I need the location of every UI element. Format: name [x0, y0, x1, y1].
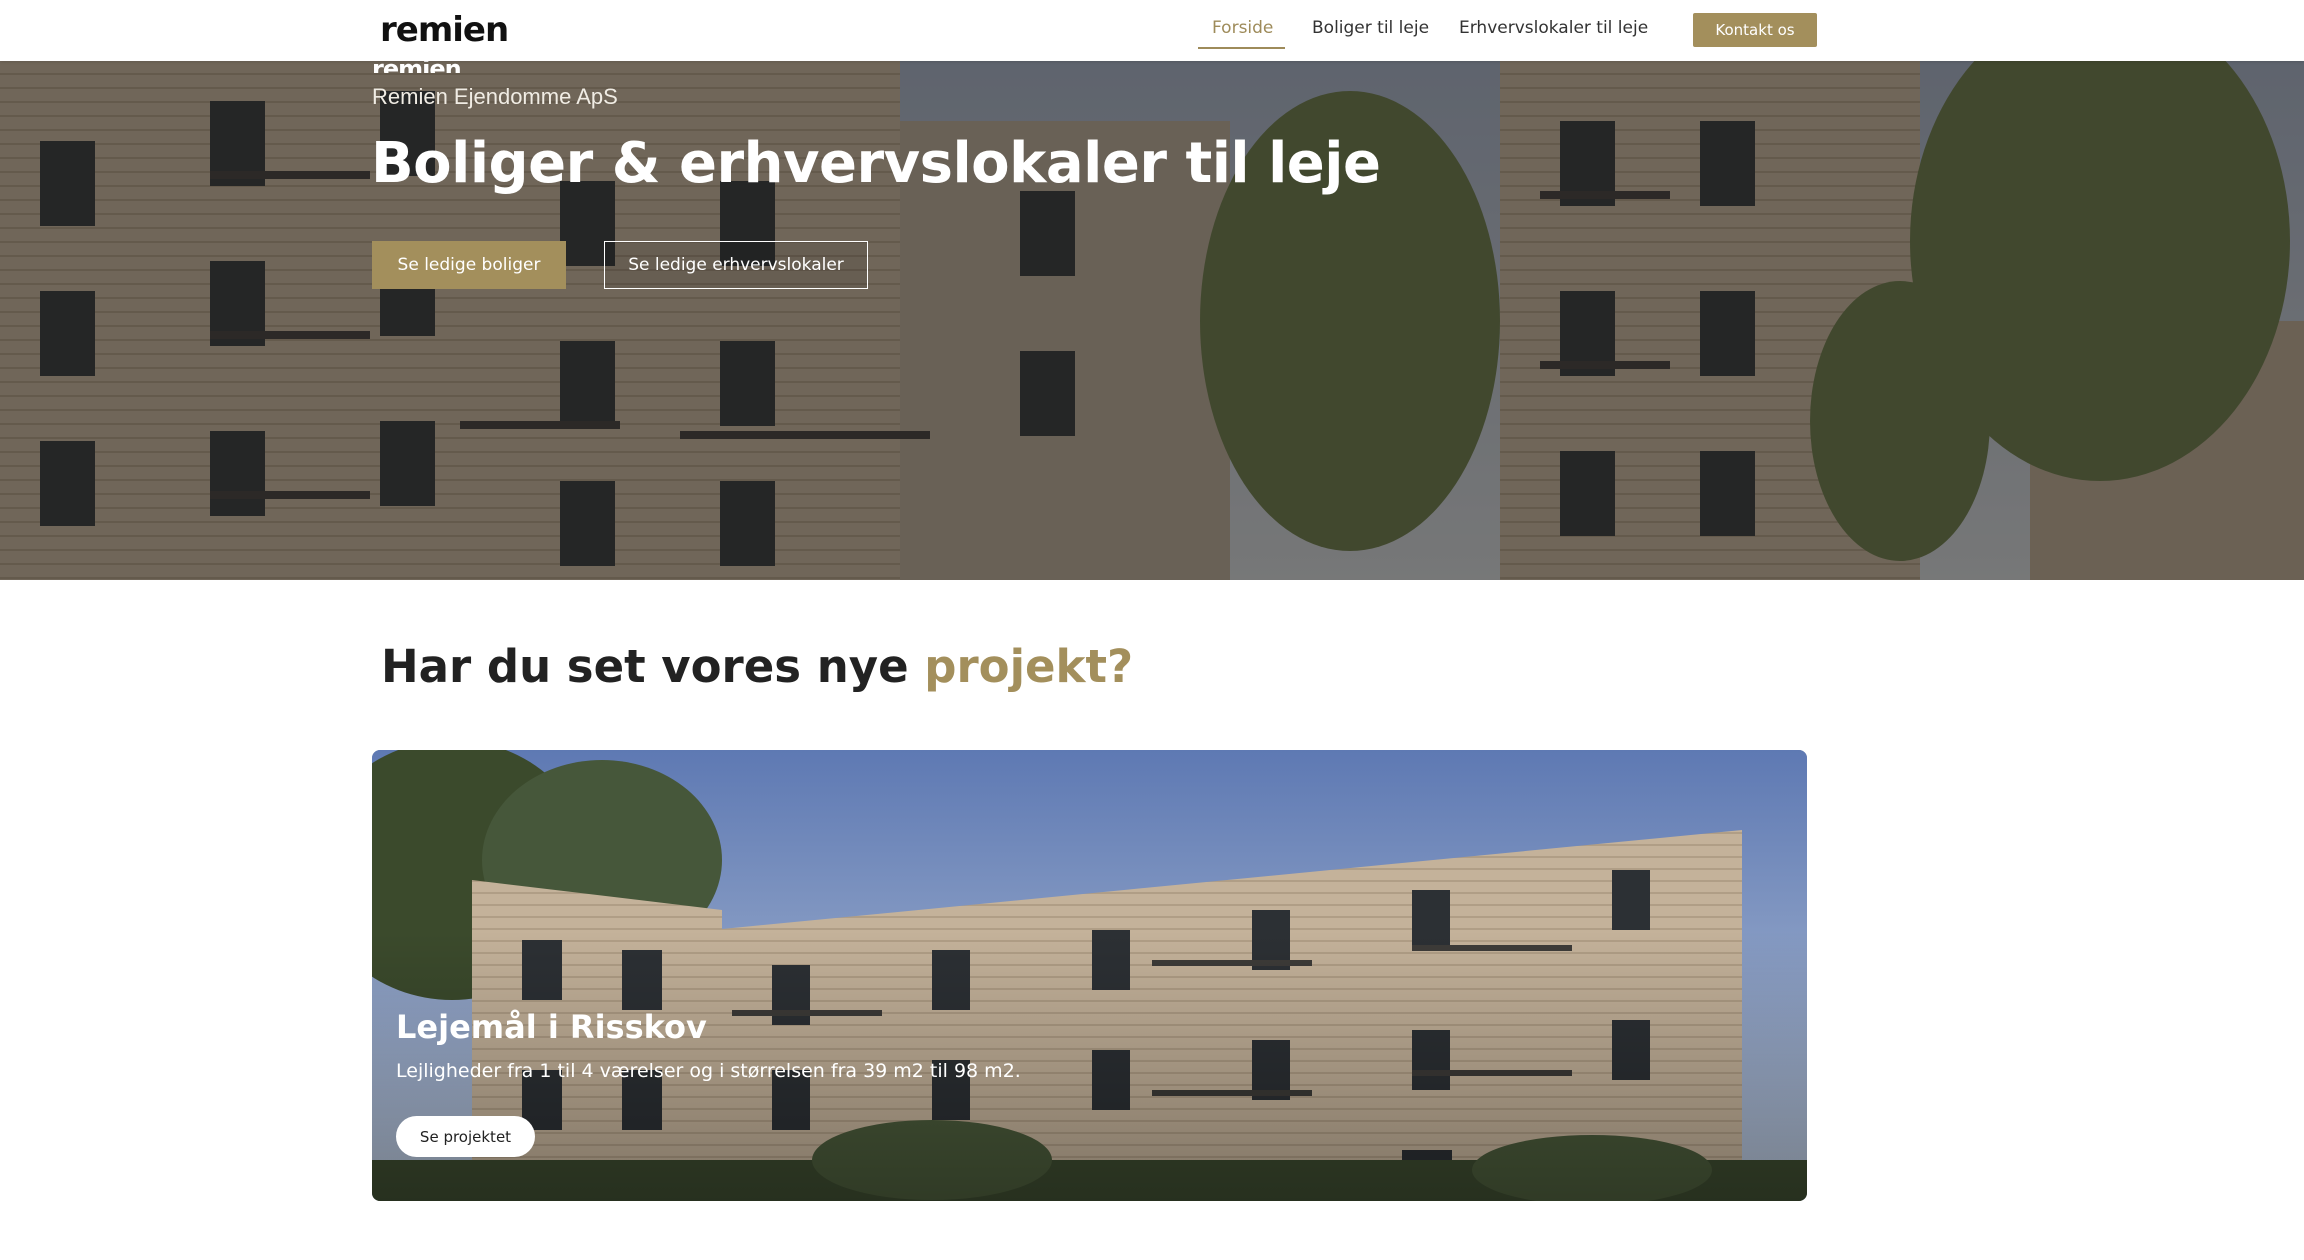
nav-item-erhvervslokaler[interactable]: Erhvervslokaler til leje [1459, 18, 1648, 38]
project-description: Lejligheder fra 1 til 4 værelser og i st… [396, 1060, 1021, 1082]
project-card-overlay [372, 750, 1807, 1201]
section-title-accent: projekt? [924, 640, 1134, 693]
section-title: Har du set vores nye projekt? [381, 640, 1133, 693]
see-project-button[interactable]: Se projektet [396, 1116, 535, 1157]
site-header: remien Forside Boliger til leje Erhvervs… [0, 0, 2304, 61]
see-available-homes-button[interactable]: Se ledige boliger [372, 241, 566, 289]
see-available-commercial-button[interactable]: Se ledige erhvervslokaler [604, 241, 868, 289]
project-card[interactable]: Lejemål i Risskov Lejligheder fra 1 til … [372, 750, 1807, 1201]
project-title: Lejemål i Risskov [396, 1008, 707, 1046]
site-logo[interactable]: remien [380, 12, 509, 48]
hero-company-name: Remien Ejendomme ApS [372, 84, 618, 109]
hero-title: Boliger & erhvervslokaler til leje [371, 131, 1381, 196]
contact-button[interactable]: Kontakt os [1693, 13, 1817, 47]
nav-item-boliger[interactable]: Boliger til leje [1312, 18, 1429, 38]
section-title-main: Har du set vores nye [381, 640, 925, 693]
nav-item-forside[interactable]: Forside [1212, 18, 1273, 38]
nav-active-indicator [1198, 47, 1285, 49]
hero-section: remien Remien Ejendomme ApS Boliger & er… [0, 61, 2304, 580]
hero-logo: remien [372, 61, 461, 73]
